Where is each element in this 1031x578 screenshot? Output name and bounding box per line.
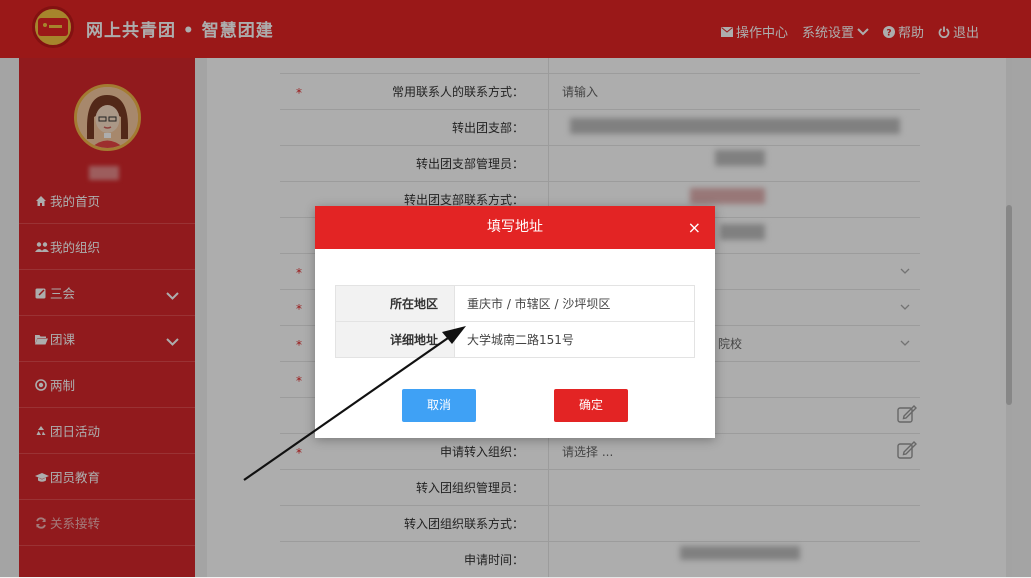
table-row: 详细地址 大学城南二路151号 (335, 321, 695, 358)
region-select[interactable]: 重庆市 / 市辖区 / 沙坪坝区 (454, 285, 695, 322)
confirm-button[interactable]: 确定 (554, 389, 628, 422)
detail-address-input[interactable]: 大学城南二路151号 (454, 321, 695, 358)
detail-address-label: 详细地址 (335, 321, 455, 358)
address-table: 所在地区 重庆市 / 市辖区 / 沙坪坝区 详细地址 大学城南二路151号 (335, 285, 695, 358)
address-modal: 填写地址 × 所在地区 重庆市 / 市辖区 / 沙坪坝区 详细地址 大学城南二路… (315, 206, 715, 438)
table-row: 所在地区 重庆市 / 市辖区 / 沙坪坝区 (335, 285, 695, 322)
close-icon[interactable]: × (688, 206, 701, 249)
modal-title: 填写地址 (487, 219, 543, 235)
region-label: 所在地区 (335, 285, 455, 322)
cancel-button[interactable]: 取消 (402, 389, 476, 422)
modal-header: 填写地址 × (315, 206, 715, 249)
